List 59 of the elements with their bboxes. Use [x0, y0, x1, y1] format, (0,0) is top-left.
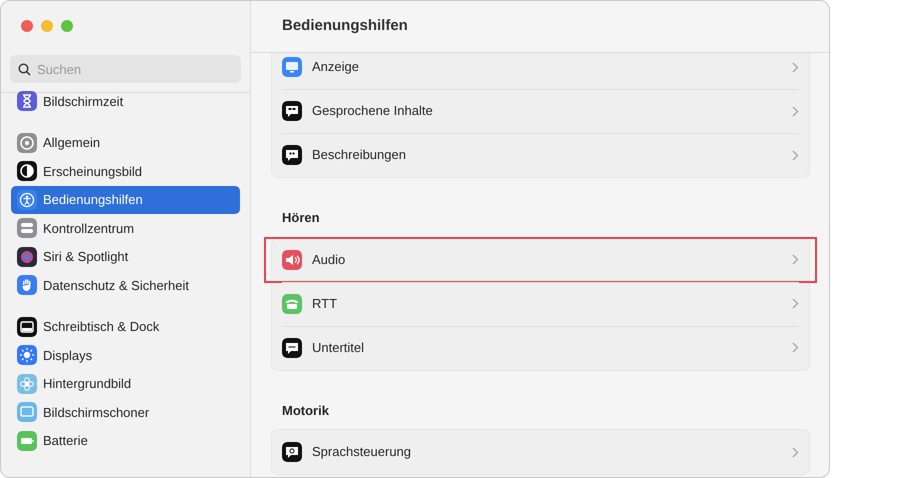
chevron-icon: [792, 446, 799, 458]
flower-icon: [17, 374, 37, 394]
row-label: Anzeige: [312, 58, 360, 76]
settings-row[interactable]: Audio: [265, 238, 816, 282]
sidebar-item[interactable]: Displays: [11, 341, 240, 370]
settings-row[interactable]: RTT: [272, 282, 809, 326]
sidebar-item[interactable]: Bildschirmzeit: [11, 87, 240, 116]
hourglass-icon: [17, 91, 37, 112]
sidebar-item[interactable]: Kontrollzentrum: [11, 214, 240, 242]
sidebar-item[interactable]: Hintergrundbild: [11, 370, 240, 398]
chevron-icon: [792, 62, 799, 72]
sidebar-item[interactable]: Allgemein: [11, 128, 240, 157]
window-title: Bedienungshilfen: [251, 1, 829, 53]
sidebar-item[interactable]: Bedienungshilfen: [11, 186, 240, 214]
settings-row[interactable]: Gesprochene Inhalte: [272, 89, 809, 133]
chevron-icon: [792, 342, 799, 353]
settings-row[interactable]: Untertitel: [272, 326, 809, 370]
sidebar-item[interactable]: Batterie: [11, 426, 240, 455]
settings-row[interactable]: Anzeige: [272, 53, 809, 89]
quote-bubble-icon: [282, 145, 302, 165]
toggles-icon: [17, 218, 37, 238]
chevron-icon: [792, 106, 799, 116]
section-heading: Hören: [281, 209, 321, 227]
gear-icon: [17, 132, 37, 153]
section-heading: Motorik: [281, 402, 330, 420]
settings-row[interactable]: Sprachsteuerung: [272, 430, 809, 474]
search-field[interactable]: Suchen: [10, 55, 241, 83]
row-label: RTT: [312, 294, 338, 313]
minimize-button[interactable]: [41, 20, 53, 32]
sidebar-item[interactable]: Schreibtisch & Dock: [11, 312, 240, 341]
chevron-icon: [792, 298, 799, 309]
close-button[interactable]: [21, 20, 33, 32]
sidebar-item[interactable]: Bildschirmschoner: [11, 398, 240, 426]
search-icon: [18, 63, 31, 76]
row-label: Untertitel: [312, 338, 366, 357]
accessibility-person-icon: [17, 190, 37, 210]
monitor-icon: [282, 57, 302, 77]
sidebar-item[interactable]: Siri & Spotlight: [11, 242, 240, 271]
chevron-icon: [792, 150, 799, 160]
zoom-button[interactable]: [61, 20, 73, 32]
sun-icon: [17, 345, 37, 366]
screen-icon: [17, 402, 37, 422]
row-label: Gesprochene Inhalte: [312, 102, 434, 120]
speaker-icon: [282, 250, 302, 270]
sidebar-item[interactable]: Datenschutz & Sicherheit: [11, 271, 240, 300]
voice-bubble-icon: [282, 442, 302, 462]
hand-icon: [17, 275, 37, 296]
dock-icon: [17, 316, 37, 337]
chevron-icon: [792, 254, 799, 265]
settings-row[interactable]: Beschreibungen: [272, 133, 809, 177]
row-label: Audio: [312, 250, 346, 269]
row-label: Sprachsteuerung: [312, 443, 412, 462]
phone-icon: [282, 294, 302, 314]
row-label: Beschreibungen: [312, 146, 407, 164]
speech-bubble-icon: [282, 101, 302, 121]
sidebar-item[interactable]: Erscheinungsbild: [11, 157, 240, 186]
orb-icon: [17, 246, 37, 267]
battery-icon: [17, 430, 37, 451]
caption-bubble-icon: [282, 338, 302, 358]
